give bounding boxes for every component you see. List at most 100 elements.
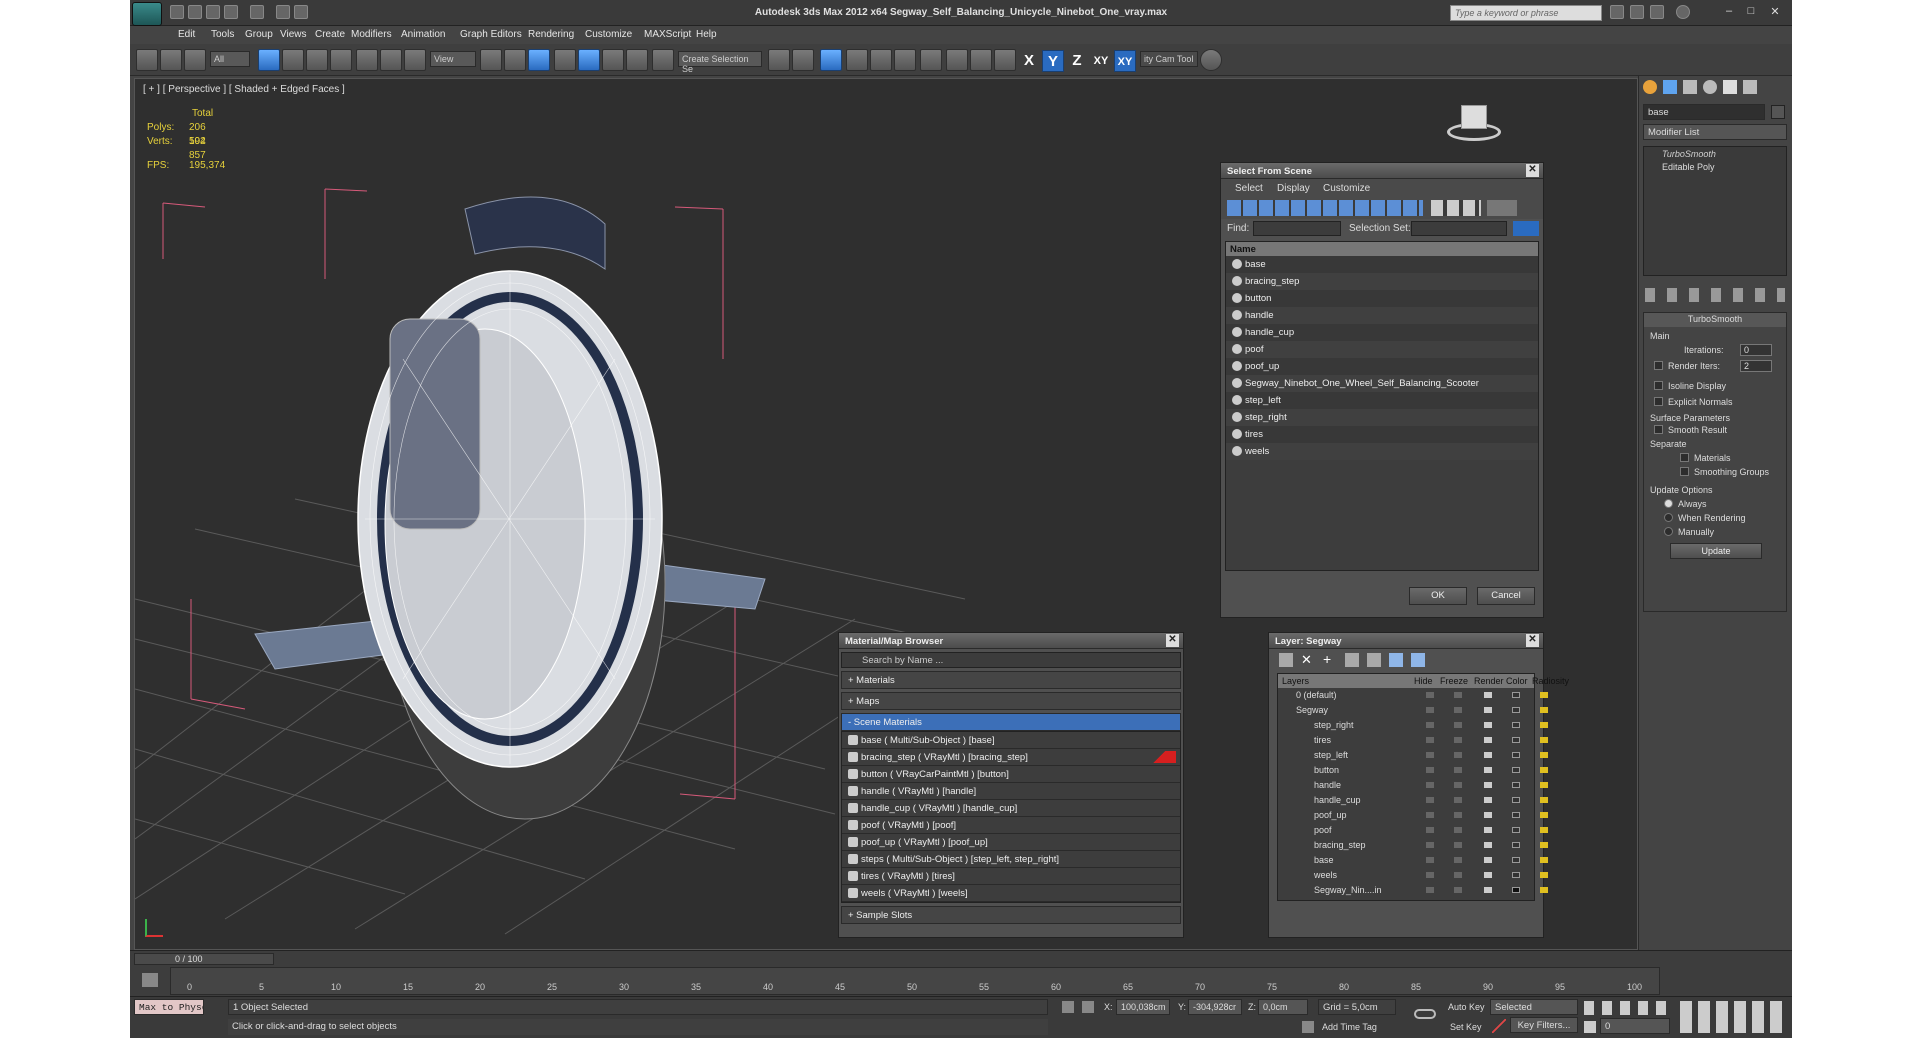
keyword-search-input[interactable]: Type a keyword or phrase	[1450, 5, 1602, 21]
menu-modifiers[interactable]: Modifiers	[351, 29, 392, 40]
percent-snap-icon[interactable]	[602, 49, 624, 71]
layer-row[interactable]: button	[1278, 763, 1548, 778]
layer-row[interactable]: bracing_step	[1278, 838, 1548, 853]
sfs-list-options[interactable]	[1431, 200, 1481, 216]
render-icon[interactable]	[1484, 872, 1492, 878]
axis-x-button[interactable]: X	[1018, 50, 1040, 72]
layer-row[interactable]: poof_up	[1278, 808, 1548, 823]
radiosity-icon[interactable]	[1540, 857, 1548, 863]
material-list-item[interactable]: steps ( Multi/Sub-Object ) [step_left, s…	[842, 851, 1180, 868]
sfs-menu-customize[interactable]: Customize	[1323, 183, 1370, 194]
layer-row[interactable]: weels	[1278, 868, 1548, 883]
z-coord-field[interactable]: 0,0cm	[1258, 999, 1308, 1015]
close-icon[interactable]: ✕	[1766, 5, 1784, 19]
maps-section[interactable]: + Maps	[841, 692, 1181, 710]
hide-toggle[interactable]	[1426, 707, 1434, 713]
stack-item-turbosmooth[interactable]: TurboSmooth	[1644, 147, 1786, 161]
reference-coordinate-dropdown[interactable]: View	[430, 51, 476, 67]
radiosity-icon[interactable]	[1540, 827, 1548, 833]
menu-help[interactable]: Help	[696, 29, 717, 40]
window-crossing-icon[interactable]	[330, 49, 352, 71]
color-swatch[interactable]	[1512, 737, 1520, 743]
stack-item-editable-poly[interactable]: Editable Poly	[1644, 161, 1786, 173]
material-list-item[interactable]: weels ( VRayMtl ) [weels]	[842, 885, 1180, 902]
render-icon[interactable]	[1484, 857, 1492, 863]
track-bar-icon[interactable]	[142, 973, 158, 987]
modify-tab-icon[interactable]	[1663, 80, 1677, 94]
render-iters-spinner[interactable]: 2	[1740, 360, 1772, 372]
modifier-list-dropdown[interactable]: Modifier List	[1643, 124, 1787, 140]
freeze-toggle[interactable]	[1454, 692, 1462, 698]
hide-toggle[interactable]	[1426, 842, 1434, 848]
iterations-spinner[interactable]: 0	[1740, 344, 1772, 356]
edit-named-selection-icon[interactable]	[652, 49, 674, 71]
link-icon[interactable]	[136, 49, 158, 71]
hide-toggle[interactable]	[1426, 722, 1434, 728]
pivot-center-icon[interactable]	[480, 49, 502, 71]
menu-tools[interactable]: Tools	[211, 29, 234, 40]
layer-row[interactable]: 0 (default)	[1278, 688, 1548, 703]
material-list-item[interactable]: handle_cup ( VRayMtl ) [handle_cup]	[842, 800, 1180, 817]
display-tab-icon[interactable]	[1723, 80, 1737, 94]
add-time-tag-label[interactable]: Add Time Tag	[1322, 1022, 1377, 1032]
scale-icon[interactable]	[404, 49, 426, 71]
selection-filter-dropdown[interactable]: All	[210, 51, 250, 67]
highlight-layer-icon[interactable]	[1367, 653, 1381, 667]
render-icon[interactable]	[1484, 692, 1492, 698]
hide-toggle[interactable]	[1426, 887, 1434, 893]
render-icon[interactable]	[1484, 812, 1492, 818]
create-layer-icon[interactable]	[1279, 653, 1293, 667]
stack-controls[interactable]	[1645, 288, 1785, 302]
viewcube[interactable]	[1445, 99, 1503, 145]
utilities-tab-icon[interactable]	[1743, 80, 1757, 94]
sfs-list-item[interactable]: bracing_step	[1226, 273, 1538, 290]
layer-row[interactable]: step_left	[1278, 748, 1548, 763]
object-name-field[interactable]: base	[1643, 104, 1765, 120]
material-search-input[interactable]: Search by Name ...	[841, 652, 1181, 668]
materials-section[interactable]: + Materials	[841, 671, 1181, 689]
keyboard-shortcut-icon[interactable]	[528, 49, 550, 71]
freeze-toggle[interactable]	[1454, 737, 1462, 743]
when-rendering-radio[interactable]	[1664, 513, 1673, 522]
color-swatch[interactable]	[1512, 887, 1520, 893]
y-coord-field[interactable]: -304,928cr	[1188, 999, 1242, 1015]
update-button[interactable]: Update	[1670, 543, 1762, 559]
sfs-column-name[interactable]: Name	[1226, 242, 1538, 256]
menu-animation[interactable]: Animation	[401, 29, 445, 40]
select-object-icon[interactable]	[258, 49, 280, 71]
viewcube-box[interactable]	[1461, 105, 1487, 129]
sfs-filter-icon[interactable]	[1487, 200, 1517, 216]
hierarchy-tab-icon[interactable]	[1683, 80, 1697, 94]
hide-toggle[interactable]	[1426, 812, 1434, 818]
motion-tab-icon[interactable]	[1703, 80, 1717, 94]
render-icon[interactable]	[1484, 827, 1492, 833]
separate-materials-checkbox[interactable]	[1680, 453, 1689, 462]
snaps-toggle-icon[interactable]	[554, 49, 576, 71]
maximize-icon[interactable]: □	[1742, 5, 1760, 19]
sfs-list-item[interactable]: handle_cup	[1226, 324, 1538, 341]
layer-row[interactable]: poof	[1278, 823, 1548, 838]
rollout-title[interactable]: TurboSmooth	[1644, 313, 1786, 327]
menu-edit[interactable]: Edit	[178, 29, 195, 40]
radiosity-icon[interactable]	[1540, 722, 1548, 728]
unlink-icon[interactable]	[160, 49, 182, 71]
hide-toggle[interactable]	[1426, 752, 1434, 758]
hide-toggle[interactable]	[1426, 797, 1434, 803]
render-icon[interactable]	[1484, 752, 1492, 758]
auto-key-label[interactable]: Auto Key	[1448, 1002, 1485, 1012]
menu-maxscript[interactable]: MAXScript	[644, 29, 691, 40]
render-icon[interactable]	[1484, 797, 1492, 803]
render-iters-checkbox[interactable]	[1654, 361, 1663, 370]
scene-materials-section[interactable]: - Scene Materials	[841, 713, 1181, 731]
freeze-toggle[interactable]	[1454, 857, 1462, 863]
close-icon[interactable]: ✕	[1526, 164, 1539, 177]
time-config-icon[interactable]	[1584, 1021, 1596, 1033]
close-icon[interactable]: ✕	[1166, 634, 1179, 647]
layer-column-header[interactable]: Radiosity	[1532, 676, 1569, 686]
ok-button[interactable]: OK	[1409, 587, 1467, 605]
material-list-item[interactable]: bracing_step ( VRayMtl ) [bracing_step]	[842, 749, 1180, 766]
favorites-star-icon[interactable]	[1650, 5, 1664, 19]
close-icon[interactable]: ✕	[1526, 634, 1539, 647]
help-icon[interactable]	[1676, 5, 1690, 19]
add-to-layer-icon[interactable]: +	[1323, 652, 1337, 667]
